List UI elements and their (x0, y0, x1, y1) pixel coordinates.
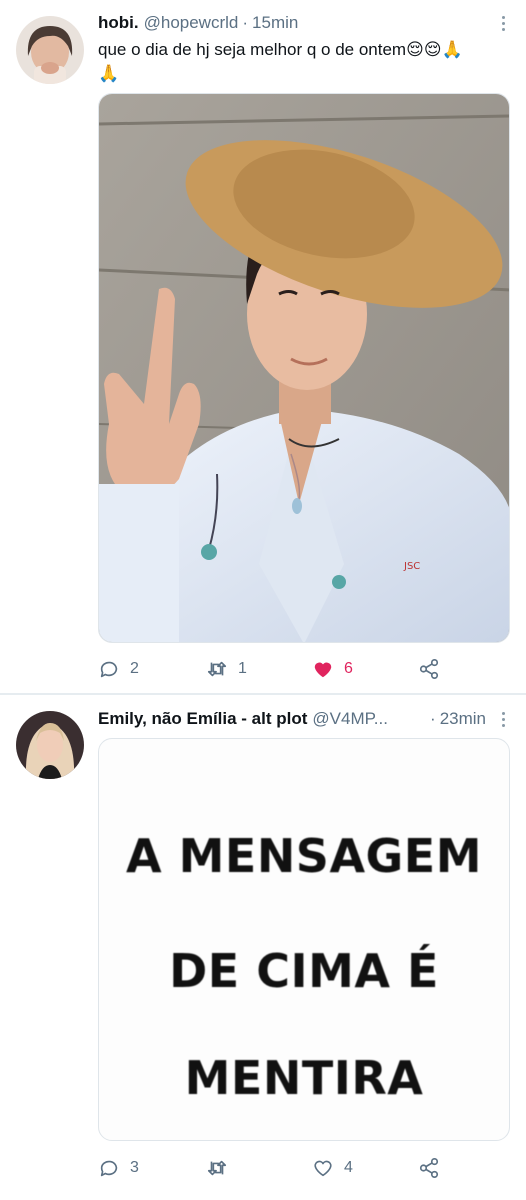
timestamp[interactable]: 15min (252, 13, 298, 33)
retweet-count: 1 (238, 660, 247, 677)
meme-text-line: MENTIRA (184, 1051, 424, 1105)
share-button[interactable] (418, 1154, 440, 1182)
reply-button[interactable]: 2 (98, 655, 139, 683)
user-handle[interactable]: @hopewcrld (144, 13, 239, 33)
like-count: 6 (344, 660, 353, 677)
more-options-icon[interactable] (494, 708, 512, 730)
like-button[interactable]: 6 (312, 655, 353, 683)
meme-text-line: A MENSAGEM (126, 829, 482, 883)
retweet-icon (207, 661, 227, 677)
like-count: 4 (344, 1159, 353, 1176)
retweet-button[interactable] (206, 1154, 228, 1182)
separator-dot: · (430, 709, 436, 728)
tweet-image[interactable]: A MENSAGEM DE CIMA É MENTIRA (98, 738, 510, 1141)
tweet-actions: 2 1 6 (98, 655, 448, 683)
retweet-button[interactable]: 1 (206, 655, 247, 683)
display-name[interactable]: Emily, não Emília - alt plot (98, 709, 307, 729)
separator-dot: · (242, 13, 249, 32)
avatar[interactable] (16, 711, 84, 779)
meme-text-line: DE CIMA É (169, 944, 439, 998)
tweet-photo[interactable]: JSC (98, 93, 510, 643)
avatar[interactable] (16, 16, 84, 84)
heart-filled-icon (314, 662, 332, 678)
tweet-text-body: que o dia de hj seja melhor q o de ontem (98, 40, 407, 59)
svg-text:JSC: JSC (403, 561, 420, 572)
reply-count: 3 (130, 1159, 139, 1176)
heart-outline-icon (314, 1160, 332, 1177)
tweet-header: hobi. @hopewcrld · 15min (98, 11, 512, 35)
like-button[interactable]: 4 (312, 1154, 353, 1182)
display-name[interactable]: hobi. (98, 13, 139, 33)
share-icon (419, 1158, 439, 1178)
share-button[interactable] (418, 655, 440, 683)
relieved-face-icon: 😌 (423, 40, 442, 59)
relieved-face-icon: 😌 (406, 40, 424, 59)
tweet-header: Emily, não Emília - alt plot @V4MP... · … (98, 707, 512, 731)
reply-count: 2 (130, 660, 139, 677)
tweet-actions: 3 4 (98, 1154, 448, 1182)
timestamp[interactable]: 23min (440, 709, 486, 729)
folded-hands-icon: 🙏 (441, 40, 463, 59)
photo-image: JSC (99, 94, 509, 642)
reply-icon (100, 661, 118, 678)
share-icon (419, 659, 439, 679)
more-options-icon[interactable] (494, 12, 512, 34)
reply-button[interactable]: 3 (98, 1154, 139, 1182)
retweet-icon (207, 1160, 227, 1176)
user-handle[interactable]: @V4MP... (312, 709, 388, 729)
folded-hands-icon: 🙏 (98, 64, 120, 83)
tweet[interactable]: hobi. @hopewcrld · 15min que o dia de hj… (0, 0, 526, 694)
tweet-text: que o dia de hj seja melhor q o de ontem… (98, 38, 508, 86)
reply-icon (100, 1160, 118, 1177)
tweet[interactable]: Emily, não Emília - alt plot @V4MP... · … (0, 695, 526, 1200)
